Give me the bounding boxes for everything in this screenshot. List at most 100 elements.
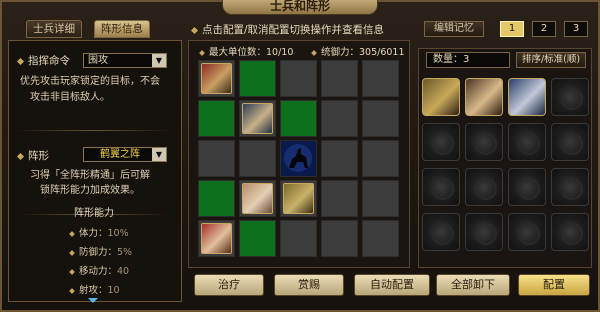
diamond-icon xyxy=(16,57,25,65)
grid-cell[interactable] xyxy=(239,180,276,217)
edit-memory-label: 编辑记忆 xyxy=(424,21,484,37)
roster-empty-slot[interactable] xyxy=(508,168,546,206)
command-label: 指挥命令 xyxy=(16,53,70,68)
roster-empty-slot[interactable] xyxy=(551,123,589,161)
soldier-unit-icon[interactable] xyxy=(201,63,232,94)
window-title: 士兵和阵形 xyxy=(222,0,378,15)
grid-cell[interactable] xyxy=(280,220,317,257)
roster-empty-slot[interactable] xyxy=(422,123,460,161)
grid-cell[interactable] xyxy=(239,60,276,97)
stat-label: 体力： xyxy=(79,228,108,239)
scroll-down-arrow-icon[interactable] xyxy=(88,298,98,303)
command-power-readout: 统御力：305/6011 xyxy=(311,44,405,58)
grid-cell[interactable] xyxy=(280,180,317,217)
max-units-readout: 最大单位数：10/10 xyxy=(199,44,294,58)
roster-empty-slot[interactable] xyxy=(422,213,460,251)
diamond-icon xyxy=(190,26,199,34)
grid-cell[interactable] xyxy=(321,180,358,217)
memory-slot-2-button[interactable]: 2 xyxy=(532,21,556,37)
instruction-hint: 点击配置/取消配置切换操作并查看信息 xyxy=(190,22,385,37)
instruction-hint-text: 点击配置/取消配置切换操作并查看信息 xyxy=(202,24,385,36)
divider xyxy=(14,130,174,131)
grid-cell[interactable] xyxy=(198,60,235,97)
roster-empty-slot[interactable] xyxy=(508,123,546,161)
stat-value: 10% xyxy=(107,228,129,239)
stat-label: 移动力： xyxy=(79,266,118,277)
stat-row: 移动力：40 xyxy=(69,263,130,277)
roster-empty-slot[interactable] xyxy=(465,123,503,161)
grid-cell[interactable] xyxy=(280,60,317,97)
reward-button[interactable]: 赏赐 xyxy=(274,274,344,296)
chevron-down-icon: ▼ xyxy=(152,54,166,67)
grid-cell[interactable] xyxy=(198,220,235,257)
grid-cell[interactable] xyxy=(321,100,358,137)
grid-cell[interactable] xyxy=(362,140,399,177)
grid-cell[interactable] xyxy=(362,100,399,137)
unload-all-button[interactable]: 全部卸下 xyxy=(436,274,510,296)
stat-value: 5% xyxy=(117,247,133,258)
memory-slot-3-button[interactable]: 3 xyxy=(564,21,588,37)
command-description-line-2: 攻击非目标敌人。 xyxy=(30,92,110,103)
soldier-unit-icon[interactable] xyxy=(201,223,232,254)
grid-cell[interactable] xyxy=(362,220,399,257)
roster-empty-slot[interactable] xyxy=(551,213,589,251)
soldier-unit-icon[interactable] xyxy=(242,183,273,214)
stat-value: 40 xyxy=(117,266,130,277)
formation-select-value: 鹤翼之阵 xyxy=(100,149,140,160)
grid-cell-commander[interactable] xyxy=(280,140,317,177)
stat-row: 体力：10% xyxy=(69,225,129,239)
roster-empty-slot[interactable] xyxy=(465,213,503,251)
grid-cell[interactable] xyxy=(239,220,276,257)
command-power-text: 统御力：305/6011 xyxy=(321,47,405,58)
stat-row: 防御力：5% xyxy=(69,244,133,258)
grid-cell[interactable] xyxy=(362,180,399,217)
command-select-value: 围攻 xyxy=(88,55,108,66)
formation-description-line-1: 习得「全阵形精通」后可解 xyxy=(30,170,150,181)
grid-cell[interactable] xyxy=(362,60,399,97)
roster-soldier-icon[interactable] xyxy=(422,78,460,116)
roster-empty-slot[interactable] xyxy=(465,168,503,206)
tab-soldier-details[interactable]: 士兵详细 xyxy=(26,20,82,38)
roster-empty-slot[interactable] xyxy=(551,78,589,116)
soldier-unit-icon[interactable] xyxy=(283,183,314,214)
max-units-text: 最大单位数：10/10 xyxy=(209,47,294,58)
grid-cell[interactable] xyxy=(280,100,317,137)
roster-soldier-icon[interactable] xyxy=(465,78,503,116)
heal-button[interactable]: 治疗 xyxy=(194,274,264,296)
roster-empty-slot[interactable] xyxy=(422,168,460,206)
roster-empty-slot[interactable] xyxy=(551,168,589,206)
formation-label: 阵形 xyxy=(16,148,49,163)
bullet-icon xyxy=(69,287,75,294)
formation-select[interactable]: 鹤翼之阵 ▼ xyxy=(83,147,167,162)
auto-deploy-button[interactable]: 自动配置 xyxy=(354,274,430,296)
bullet-icon xyxy=(69,249,75,256)
bullet-icon xyxy=(69,230,75,237)
formation-ability-title: 阵形能力 xyxy=(74,208,114,219)
commander-horse-icon[interactable] xyxy=(281,141,316,176)
formation-description-line-2: 锁阵形能力加成效果。 xyxy=(40,185,140,196)
sort-order-button[interactable]: 排序/标准(顺) xyxy=(516,52,586,68)
soldier-unit-icon[interactable] xyxy=(242,103,273,134)
command-select[interactable]: 围攻 ▼ xyxy=(83,53,167,68)
grid-cell[interactable] xyxy=(321,220,358,257)
roster-count: 数量：3 xyxy=(426,52,510,68)
grid-cell[interactable] xyxy=(198,180,235,217)
grid-cell[interactable] xyxy=(321,140,358,177)
grid-cell[interactable] xyxy=(239,140,276,177)
stat-value: 10 xyxy=(107,285,120,296)
command-label-text: 指挥命令 xyxy=(28,55,70,67)
memory-slot-1-button[interactable]: 1 xyxy=(500,21,524,37)
roster-soldier-icon[interactable] xyxy=(508,78,546,116)
grid-cell[interactable] xyxy=(239,100,276,137)
tab-formation-info[interactable]: 阵形信息 xyxy=(94,20,150,38)
bullet-icon xyxy=(311,49,317,56)
grid-cell[interactable] xyxy=(321,60,358,97)
bullet-icon xyxy=(69,268,75,275)
deploy-button[interactable]: 配置 xyxy=(518,274,590,296)
grid-cell[interactable] xyxy=(198,100,235,137)
formation-label-text: 阵形 xyxy=(28,150,49,162)
roster-empty-slot[interactable] xyxy=(508,213,546,251)
stat-label: 防御力： xyxy=(79,247,118,258)
grid-cell[interactable] xyxy=(198,140,235,177)
diamond-icon xyxy=(16,152,25,160)
